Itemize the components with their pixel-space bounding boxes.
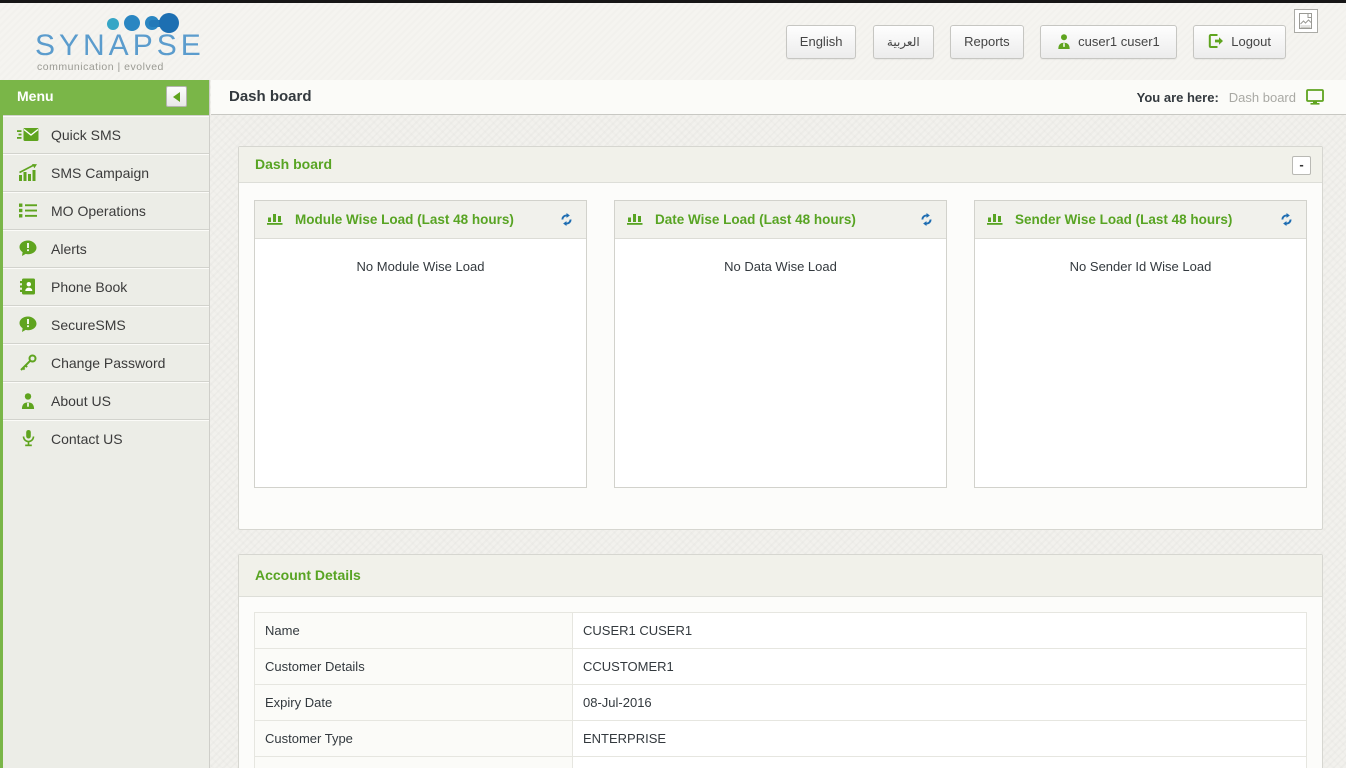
user-icon <box>1057 29 1071 61</box>
card-header: Date Wise Load (Last 48 hours) <box>615 201 946 239</box>
content-scroll-area[interactable]: Dash board - Module Wise Load (Last 48 h… <box>211 116 1346 768</box>
refresh-button[interactable] <box>1279 212 1294 227</box>
sidebar-item-label: About US <box>51 393 111 409</box>
account-panel-body: Name CUSER1 CUSER1 Customer Details CCUS… <box>239 597 1322 768</box>
sidebar-item-change-password[interactable]: Change Password <box>3 343 209 381</box>
synapse-logo: SYNAPSE communication | evolved <box>35 11 215 75</box>
row-label: Name <box>255 613 573 649</box>
card-empty-text: No Module Wise Load <box>255 239 586 274</box>
dashboard-panel-body: Module Wise Load (Last 48 hours) No Modu… <box>239 183 1322 529</box>
page-titlebar: Dash board You are here: Dash board <box>211 80 1346 115</box>
dashboard-panel: Dash board - Module Wise Load (Last 48 h… <box>238 146 1323 530</box>
sidebar-item-contact-us[interactable]: Contact US <box>3 419 209 457</box>
card-header: Sender Wise Load (Last 48 hours) <box>975 201 1306 239</box>
row-label: Customer Details <box>255 649 573 685</box>
account-details-table: Name CUSER1 CUSER1 Customer Details CCUS… <box>254 612 1307 768</box>
sidebar-item-phone-book[interactable]: Phone Book <box>3 267 209 305</box>
reports-button[interactable]: Reports <box>950 25 1024 59</box>
row-value: POSTPAID <box>573 757 1307 768</box>
alert-bubble-icon <box>17 240 39 258</box>
row-label: Customer Type <box>255 721 573 757</box>
card-empty-text: No Data Wise Load <box>615 239 946 274</box>
user-name-label: cuser1 cuser1 <box>1078 34 1160 49</box>
account-panel-header: Account Details <box>239 555 1322 597</box>
sidebar-item-label: SecureSMS <box>51 317 126 333</box>
sidebar-item-label: Change Password <box>51 355 165 371</box>
sidebar-item-label: MO Operations <box>51 203 146 219</box>
minimize-panel-button[interactable]: - <box>1292 156 1311 175</box>
header-buttons: English العربية Reports cuser1 cuser1 Lo… <box>786 25 1286 59</box>
logo-tagline: communication | evolved <box>37 61 164 73</box>
bar-chart-icon <box>627 210 644 230</box>
arabic-language-button[interactable]: العربية <box>873 25 934 59</box>
table-row: Customer Type ENTERPRISE <box>255 721 1307 757</box>
sidebar-item-alerts[interactable]: Alerts <box>3 229 209 267</box>
envelope-icon <box>17 126 39 144</box>
logout-label: Logout <box>1231 34 1271 49</box>
table-row: Name CUSER1 CUSER1 <box>255 613 1307 649</box>
breadcrumb-current: Dash board <box>1229 90 1296 105</box>
chevron-left-icon <box>173 92 180 102</box>
sidebar-item-label: Phone Book <box>51 279 127 295</box>
account-panel-title: Account Details <box>255 567 361 583</box>
refresh-button[interactable] <box>919 212 934 227</box>
sidebar-item-label: SMS Campaign <box>51 165 149 181</box>
card-title: Sender Wise Load (Last 48 hours) <box>1015 212 1279 227</box>
row-label: Expiry Date <box>255 685 573 721</box>
sidebar-item-mo-operations[interactable]: MO Operations <box>3 191 209 229</box>
sidebar-item-sms-campaign[interactable]: SMS Campaign <box>3 153 209 191</box>
sidebar-item-label: Alerts <box>51 241 87 257</box>
breadcrumb: You are here: Dash board <box>1137 89 1324 105</box>
logout-icon <box>1208 29 1224 61</box>
bar-chart-icon <box>267 210 284 230</box>
row-value: 08-Jul-2016 <box>573 685 1307 721</box>
card-empty-text: No Sender Id Wise Load <box>975 239 1306 274</box>
dashboard-panel-title: Dash board <box>255 156 332 172</box>
card-module-wise-load: Module Wise Load (Last 48 hours) No Modu… <box>254 200 587 488</box>
sidebar: Menu Quick SMS SMS Campaign MO Operation… <box>0 80 210 768</box>
card-title: Date Wise Load (Last 48 hours) <box>655 212 919 227</box>
english-language-button[interactable]: English <box>786 25 857 59</box>
row-label: Credit System <box>255 757 573 768</box>
card-date-wise-load: Date Wise Load (Last 48 hours) No Data W… <box>614 200 947 488</box>
page-title: Dash board <box>229 88 312 105</box>
bar-chart-icon <box>987 210 1004 230</box>
row-value: ENTERPRISE <box>573 721 1307 757</box>
contact-book-icon <box>17 278 39 296</box>
sidebar-item-about-us[interactable]: About US <box>3 381 209 419</box>
logo-title: SYNAPSE <box>35 29 205 63</box>
collapse-sidebar-button[interactable] <box>166 86 187 107</box>
refresh-button[interactable] <box>559 212 574 227</box>
key-icon <box>17 354 39 372</box>
menu-title: Menu <box>17 88 54 104</box>
broken-image-icon <box>1294 9 1318 33</box>
list-icon <box>17 202 39 220</box>
chart-up-icon <box>17 164 39 182</box>
secure-bubble-icon <box>17 316 39 334</box>
table-row: Expiry Date 08-Jul-2016 <box>255 685 1307 721</box>
monitor-icon <box>1306 89 1324 105</box>
sidebar-menu-header: Menu <box>0 80 209 115</box>
row-value: CCUSTOMER1 <box>573 649 1307 685</box>
sidebar-item-label: Quick SMS <box>51 127 121 143</box>
table-row: Customer Details CCUSTOMER1 <box>255 649 1307 685</box>
sidebar-item-label: Contact US <box>51 431 123 447</box>
user-account-button[interactable]: cuser1 cuser1 <box>1040 25 1177 59</box>
card-sender-wise-load: Sender Wise Load (Last 48 hours) No Send… <box>974 200 1307 488</box>
app-header: SYNAPSE communication | evolved English … <box>0 3 1346 80</box>
card-title: Module Wise Load (Last 48 hours) <box>295 212 559 227</box>
row-value: CUSER1 CUSER1 <box>573 613 1307 649</box>
microphone-icon <box>17 430 39 448</box>
sidebar-item-quick-sms[interactable]: Quick SMS <box>3 115 209 153</box>
dashboard-panel-header: Dash board - <box>239 147 1322 183</box>
breadcrumb-label: You are here: <box>1137 90 1219 105</box>
logout-button[interactable]: Logout <box>1193 25 1286 59</box>
card-header: Module Wise Load (Last 48 hours) <box>255 201 586 239</box>
main-content: Dash board You are here: Dash board Dash… <box>211 80 1346 768</box>
table-row: Credit System POSTPAID <box>255 757 1307 768</box>
account-details-panel: Account Details Name CUSER1 CUSER1 Custo… <box>238 554 1323 768</box>
sidebar-item-secure-sms[interactable]: SecureSMS <box>3 305 209 343</box>
person-icon <box>17 392 39 410</box>
